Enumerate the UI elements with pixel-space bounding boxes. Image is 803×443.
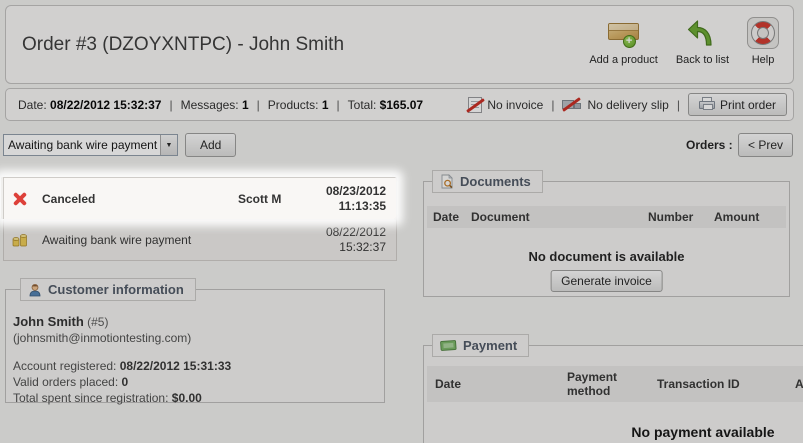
- back-arrow-icon: [687, 15, 717, 51]
- canceled-x-icon: [12, 191, 42, 207]
- order-detail-page: Order #3 (DZOYXNTPC) - John Smith + Add …: [0, 0, 803, 443]
- status-datetime: 08/23/2012 11:13:35: [325, 183, 386, 213]
- add-product-label: Add a product: [589, 54, 658, 66]
- col-document: Document: [471, 210, 530, 224]
- no-delivery-label: No delivery slip: [587, 97, 669, 112]
- documents-table-header: Date Document Number Amount: [427, 206, 786, 228]
- col-date: Date: [433, 210, 460, 224]
- add-status-button[interactable]: Add: [185, 133, 237, 157]
- products-value: 1: [321, 97, 329, 112]
- customer-name: John Smith: [13, 314, 84, 329]
- total-label: Total:: [347, 97, 377, 112]
- total-value: $165.07: [379, 97, 424, 112]
- person-icon: [28, 283, 42, 297]
- col-transaction-id: Transaction ID: [657, 377, 740, 391]
- status-name: Awaiting bank wire payment: [42, 233, 192, 247]
- status-datetime: 08/22/2012 15:32:37: [325, 225, 386, 254]
- payment-panel: Payment Date Payment method Transaction …: [423, 334, 803, 443]
- total-spent-row: Total spent since registration: $0.00: [13, 391, 202, 405]
- products-label: Products:: [267, 97, 319, 112]
- document-magnifier-icon: [440, 174, 454, 189]
- valid-orders-row: Valid orders placed: 0: [13, 375, 129, 389]
- no-delivery-slip-icon: [562, 96, 582, 112]
- col-amount: Amount: [795, 377, 803, 391]
- customer-email: (johnsmith@inmotiontesting.com): [13, 331, 192, 345]
- back-to-list-button[interactable]: Back to list: [676, 15, 729, 66]
- coins-icon: [12, 232, 42, 248]
- payment-table-header: Date Payment method Transaction ID Amoun…: [427, 366, 803, 402]
- customer-information-panel: Customer information John Smith (#5) (jo…: [5, 278, 385, 406]
- chevron-down-icon: ▼: [160, 135, 177, 155]
- customer-details: John Smith (#5) (johnsmith@inmotiontesti…: [6, 290, 384, 406]
- messages-value: 1: [241, 97, 249, 112]
- status-history-table: Canceled Scott M 08/23/2012 11:13:35 Awai…: [3, 177, 397, 261]
- payment-empty-text: No payment available: [631, 424, 775, 440]
- no-invoice-label: No invoice: [487, 97, 544, 112]
- help-lifebuoy-icon: [747, 15, 779, 51]
- banknote-icon: [440, 339, 457, 352]
- col-date: Date: [435, 377, 462, 391]
- order-info-bar: Date: 08/22/2012 15:32:37 | Messages: 1 …: [5, 88, 794, 121]
- page-title: Order #3 (DZOYXNTPC) - John Smith: [22, 33, 345, 55]
- date-value: 08/22/2012 15:32:37: [50, 97, 162, 112]
- account-registered-row: Account registered: 08/22/2012 15:31:33: [13, 359, 232, 373]
- toolbar: + Add a product Back to list Help: [589, 15, 779, 66]
- help-label: Help: [751, 54, 775, 66]
- selected-status: Awaiting bank wire payment: [8, 138, 158, 152]
- order-status-select[interactable]: Awaiting bank wire payment ▼: [3, 134, 178, 156]
- col-amount: Amount: [714, 210, 760, 224]
- printer-icon: [698, 97, 715, 112]
- documents-empty-text: No document is available: [528, 249, 685, 264]
- customer-id: (#5): [87, 315, 109, 329]
- status-name: Canceled: [42, 191, 96, 206]
- col-payment-method: Payment method: [567, 370, 618, 398]
- status-history-row-awaiting: Awaiting bank wire payment 08/22/2012 15:…: [4, 219, 396, 260]
- customer-information-legend: Customer information: [20, 278, 196, 301]
- status-employee: Scott M: [238, 191, 282, 206]
- back-to-list-label: Back to list: [675, 54, 729, 66]
- prev-order-button[interactable]: < Prev: [738, 133, 794, 157]
- help-button[interactable]: Help: [747, 15, 779, 66]
- col-number: Number: [648, 210, 694, 224]
- orders-nav-label: Orders :: [686, 138, 733, 152]
- print-order-label: Print order: [719, 97, 776, 112]
- date-label: Date:: [18, 97, 47, 112]
- add-product-button[interactable]: + Add a product: [589, 15, 658, 66]
- print-order-button[interactable]: Print order: [687, 93, 787, 116]
- payment-legend: Payment: [432, 334, 530, 357]
- add-product-icon: +: [607, 15, 641, 51]
- header-panel: Order #3 (DZOYXNTPC) - John Smith + Add …: [5, 5, 794, 84]
- status-history-row-canceled: Canceled Scott M 08/23/2012 11:13:35: [4, 178, 396, 219]
- messages-label: Messages:: [180, 97, 239, 112]
- no-invoice-icon: [468, 96, 483, 113]
- documents-panel: Documents Date Document Number Amount No…: [423, 170, 790, 297]
- generate-invoice-button[interactable]: Generate invoice: [550, 270, 663, 292]
- documents-legend: Documents: [432, 170, 543, 193]
